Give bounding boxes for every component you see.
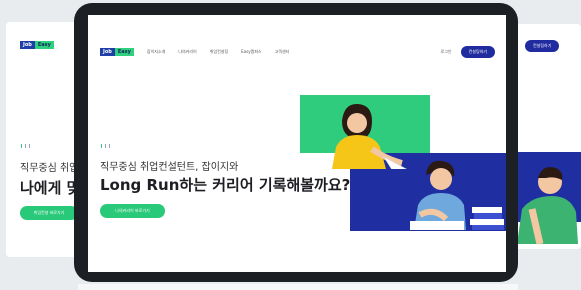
logo-easy: Easy [34, 41, 54, 49]
menu-item[interactable]: 고객센터 [275, 49, 290, 55]
main-menu: 잡이지소개 나의커리어 취업컨설팅 Easy캠퍼스 고객센터 [147, 49, 289, 55]
cta-button[interactable]: 나의커리어 바로가기 [100, 204, 165, 218]
cta-button[interactable]: 취업컨설 바로가기 [20, 206, 78, 220]
page-shadow [78, 284, 518, 290]
logo-job: Job [20, 41, 35, 49]
logo: Job Easy [20, 41, 54, 49]
top-navigation: Job Easy 잡이지소개 나의커리어 취업컨설팅 Easy캠퍼스 고객센터 … [100, 46, 495, 58]
hero-title: Long Run하는 커리어 기록해볼까요? [100, 176, 351, 194]
hero-dots [101, 144, 110, 148]
menu-item[interactable]: Easy캠퍼스 [241, 49, 261, 55]
person-illustration [517, 167, 578, 244]
logo-easy: Easy [114, 48, 134, 56]
hero-subtitle: 직무중심 취업컨설턴트, 잡이지와 [100, 162, 239, 173]
menu-item[interactable]: 나의커리어 [178, 49, 196, 55]
hero-subtitle: 직무중심 취업 [20, 163, 79, 174]
logo[interactable]: Job Easy [100, 48, 134, 56]
hero-dots [21, 144, 30, 148]
login-link[interactable]: 로그인 [441, 49, 452, 55]
consult-button[interactable]: 컨설팅하기 [525, 40, 560, 52]
consult-button[interactable]: 컨설팅하기 [460, 46, 495, 58]
tablet-screen: Job Easy 잡이지소개 나의커리어 취업컨설팅 Easy캠퍼스 고객센터 … [88, 15, 506, 272]
hero-title: 나에게 맞 [20, 179, 81, 197]
menu-item[interactable]: 취업컨설팅 [210, 49, 228, 55]
menu-item[interactable]: 잡이지소개 [147, 49, 165, 55]
woman-illustration [332, 103, 407, 169]
man-illustration [410, 160, 504, 230]
logo-job: Job [100, 48, 115, 56]
